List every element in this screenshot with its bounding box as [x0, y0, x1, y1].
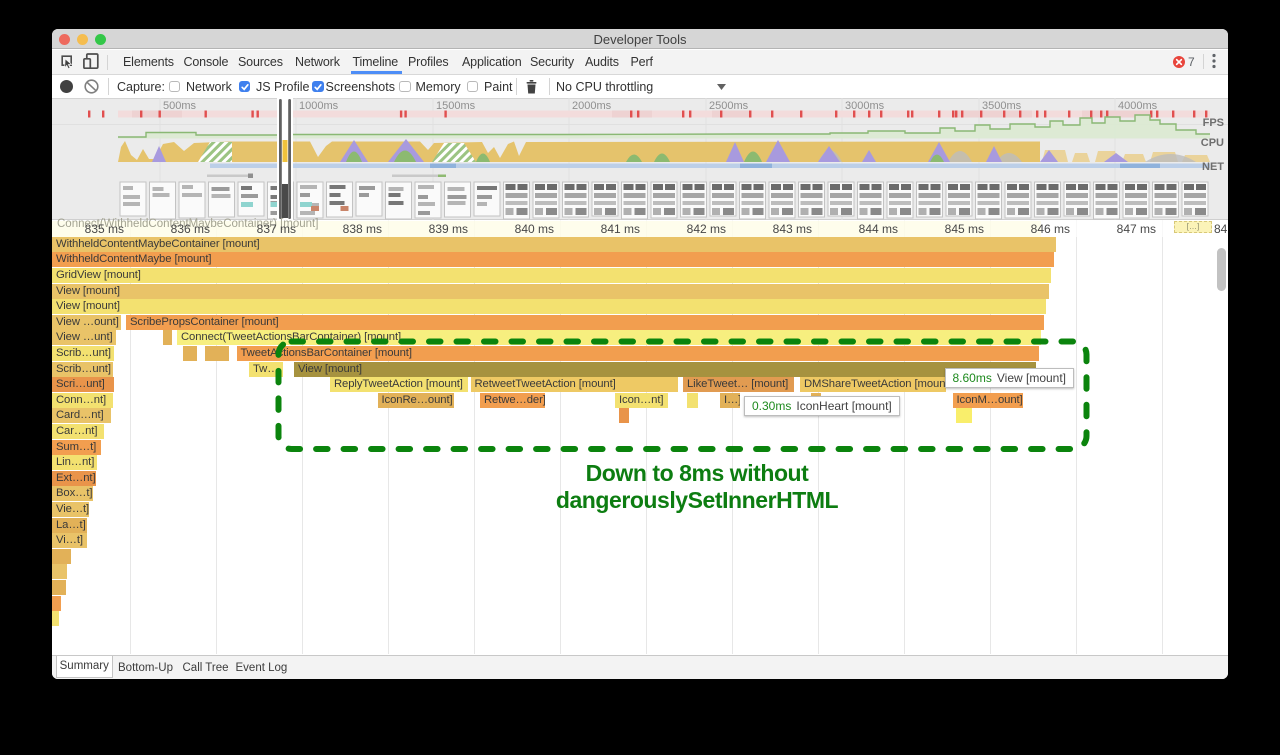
svg-text:2000ms: 2000ms — [572, 100, 612, 112]
svg-text:4000ms: 4000ms — [1118, 100, 1158, 112]
svg-text:FPS: FPS — [1203, 117, 1224, 129]
svg-text:3000ms: 3000ms — [845, 100, 885, 112]
svg-text:1000ms: 1000ms — [299, 100, 339, 112]
svg-text:NET: NET — [1202, 161, 1224, 173]
svg-text:1500ms: 1500ms — [436, 100, 476, 112]
svg-text:3500ms: 3500ms — [982, 100, 1022, 112]
svg-text:CPU: CPU — [1201, 137, 1224, 149]
svg-text:2500ms: 2500ms — [709, 100, 749, 112]
svg-text:500ms: 500ms — [163, 100, 197, 112]
